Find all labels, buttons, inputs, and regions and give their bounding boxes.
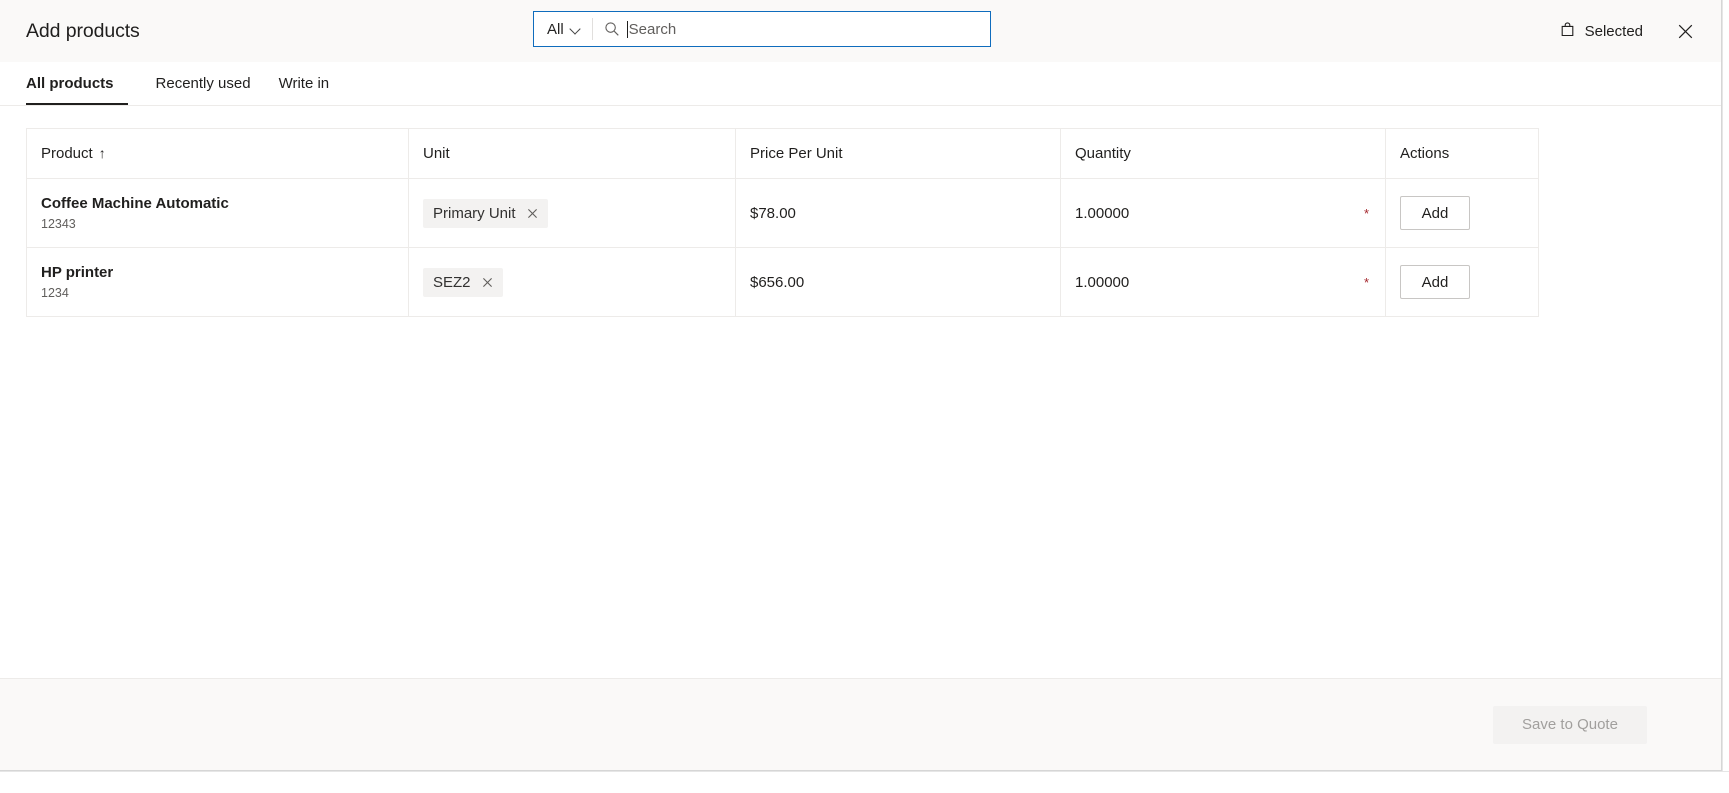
column-header-actions: Actions (1385, 128, 1539, 179)
column-header-unit[interactable]: Unit (408, 128, 736, 179)
required-indicator: * (1363, 205, 1369, 221)
price-value: $78.00 (750, 204, 796, 222)
save-to-quote-button[interactable]: Save to Quote (1493, 705, 1647, 744)
app-root: Add products All Search Selected All pro… (0, 0, 1729, 793)
search-placeholder: Search (628, 20, 677, 38)
search-bar[interactable]: All Search (533, 11, 991, 47)
column-header-product[interactable]: Product ↑ (26, 128, 409, 179)
column-label: Actions (1400, 145, 1450, 162)
price-value: $656.00 (750, 273, 805, 291)
page-edge-right (1722, 0, 1729, 793)
search-divider (591, 18, 593, 40)
header-actions: Selected (1555, 0, 1701, 62)
quantity-field[interactable]: 1.00000 * (1075, 248, 1385, 316)
table-header-row: Product ↑ Unit Price Per Unit Quantity Ac (26, 128, 1539, 179)
products-table: Product ↑ Unit Price Per Unit Quantity Ac (26, 128, 1539, 317)
selected-button[interactable]: Selected (1555, 15, 1647, 48)
add-button[interactable]: Add (1400, 196, 1470, 230)
cell-product: HP printer 1234 (26, 247, 409, 317)
tab-recently-used[interactable]: Recently used (142, 62, 265, 105)
page-title: Add products (26, 19, 140, 42)
product-code: 1234 (41, 286, 69, 300)
tab-label: Write in (278, 75, 330, 92)
search-input[interactable]: Search (626, 12, 990, 46)
add-products-dialog: Add products All Search Selected All pro… (0, 0, 1722, 771)
column-label: Product (41, 145, 93, 162)
tab-label: Recently used (155, 75, 251, 92)
quantity-field[interactable]: 1.00000 * (1075, 179, 1385, 247)
column-header-quantity[interactable]: Quantity (1060, 128, 1386, 179)
column-label: Unit (423, 145, 450, 162)
quantity-value: 1.00000 (1075, 204, 1130, 222)
add-button[interactable]: Add (1400, 265, 1470, 299)
cell-product: Coffee Machine Automatic 12343 (26, 178, 409, 248)
unit-chip-label: Primary Unit (433, 204, 516, 222)
cell-quantity[interactable]: 1.00000 * (1060, 178, 1386, 248)
cell-price-per-unit: $656.00 (735, 247, 1061, 317)
cell-unit: Primary Unit (408, 178, 736, 248)
tab-write-in[interactable]: Write in (265, 62, 344, 105)
cell-price-per-unit: $78.00 (735, 178, 1061, 248)
close-icon[interactable] (1669, 15, 1701, 47)
table-row[interactable]: HP printer 1234 SEZ2 $656.00 1.00000 * A… (26, 247, 1539, 317)
text-caret (626, 20, 628, 38)
cell-unit: SEZ2 (408, 247, 736, 317)
products-panel: Product ↑ Unit Price Per Unit Quantity Ac (0, 106, 1721, 678)
column-label: Quantity (1075, 145, 1131, 162)
tab-label: All products (26, 75, 114, 92)
close-icon[interactable] (526, 207, 539, 220)
product-name: HP printer (41, 264, 114, 281)
selected-label: Selected (1584, 22, 1643, 40)
required-indicator: * (1363, 274, 1369, 290)
unit-chip[interactable]: Primary Unit (423, 198, 548, 228)
tab-list: All products Recently used Write in (0, 62, 1721, 106)
search-scope-dropdown[interactable]: All (534, 12, 592, 46)
product-code: 12343 (41, 217, 76, 231)
page-edge-bottom (0, 771, 1729, 793)
shopping-bag-icon (1559, 21, 1576, 42)
search-scope-label: All (547, 20, 564, 38)
product-name: Coffee Machine Automatic (41, 195, 229, 212)
sort-ascending-icon: ↑ (98, 145, 106, 161)
dialog-header: Add products All Search Selected (0, 0, 1721, 62)
close-icon[interactable] (481, 276, 494, 289)
search-icon (604, 21, 620, 37)
unit-chip-label: SEZ2 (433, 273, 471, 291)
quantity-value: 1.00000 (1075, 273, 1130, 291)
cell-actions: Add (1385, 247, 1539, 317)
cell-quantity[interactable]: 1.00000 * (1060, 247, 1386, 317)
dialog-footer: Save to Quote (0, 678, 1721, 770)
tab-all-products[interactable]: All products (26, 62, 128, 105)
unit-chip[interactable]: SEZ2 (423, 267, 503, 297)
table-row[interactable]: Coffee Machine Automatic 12343 Primary U… (26, 178, 1539, 248)
chevron-down-icon (571, 24, 581, 34)
cell-actions: Add (1385, 178, 1539, 248)
column-header-price-per-unit[interactable]: Price Per Unit (735, 128, 1061, 179)
column-label: Price Per Unit (750, 145, 843, 162)
